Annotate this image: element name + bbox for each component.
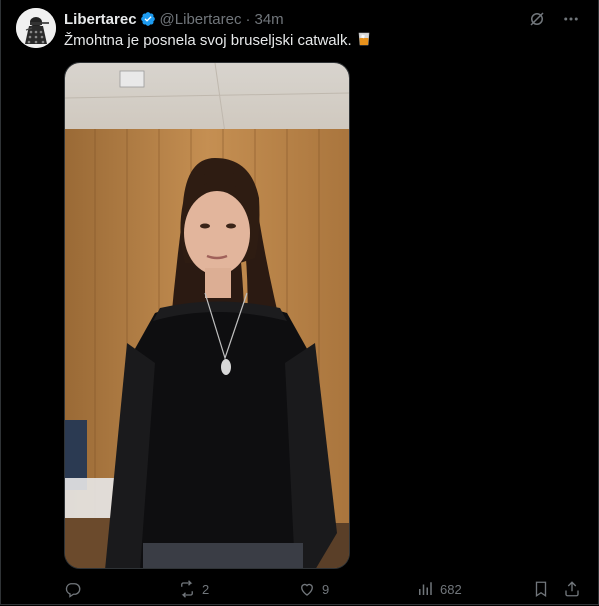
author-handle[interactable]: @Libertarec	[160, 11, 242, 28]
like-button[interactable]: 9	[298, 580, 329, 598]
retweet-icon	[181, 580, 193, 598]
retweet-button[interactable]: 2	[178, 580, 209, 598]
top-actions	[527, 9, 581, 29]
view-count: 682	[440, 581, 462, 597]
share-button[interactable]	[563, 580, 581, 598]
reply-button[interactable]	[64, 580, 88, 598]
author-avatar[interactable]	[16, 8, 56, 48]
video-frame	[65, 63, 349, 568]
views-icon	[419, 582, 432, 595]
bookmark-icon	[535, 581, 547, 598]
tweet-text-container: Žmohtna je posnela svoj bruseljski catwa…	[64, 31, 372, 51]
tweet-text: Žmohtna je posnela svoj bruseljski catwa…	[64, 32, 352, 49]
views-button[interactable]: 682	[416, 580, 462, 598]
retweet-count: 2	[202, 581, 210, 597]
tweet-actions: 2 9 682	[64, 578, 583, 606]
tweet-video[interactable]	[64, 62, 350, 569]
reply-icon	[65, 583, 81, 598]
like-count: 9	[322, 581, 330, 597]
tweet-header: Libertarec @Libertarec · 34m	[64, 9, 284, 29]
grok-icon[interactable]	[527, 9, 547, 29]
whisky-glass-emoji	[356, 31, 372, 47]
verified-badge-icon[interactable]	[140, 11, 156, 27]
separator-dot: ·	[245, 10, 251, 28]
dalek-avatar-icon	[16, 8, 56, 48]
bookmark-button[interactable]	[532, 580, 550, 598]
more-icon[interactable]	[561, 9, 581, 29]
share-icon	[565, 581, 579, 597]
heart-icon	[301, 583, 313, 596]
author-name[interactable]: Libertarec	[64, 11, 137, 28]
timestamp[interactable]: 34m	[254, 11, 283, 28]
